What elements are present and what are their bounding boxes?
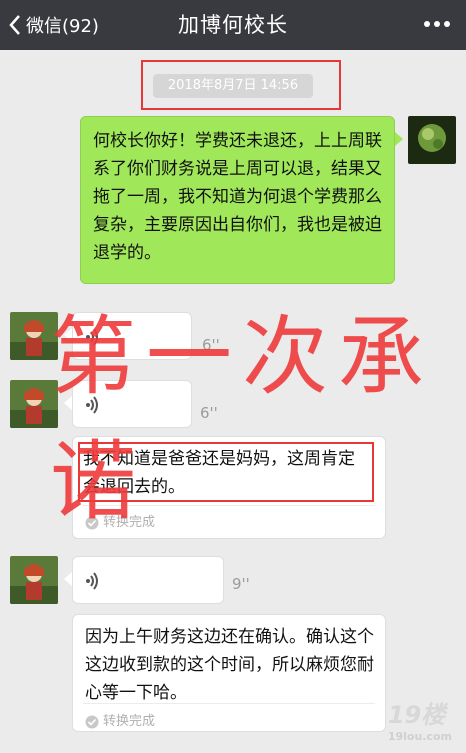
conversion-status: 转换完成 (85, 708, 155, 736)
outgoing-message-text: 何校长你好！学费还未退还，上上周联系了你们财务说是上周可以退，结果又拖了一周，我… (93, 131, 382, 263)
self-avatar[interactable] (408, 116, 456, 164)
transcription-bubble[interactable]: 因为上午财务这边还在确认。确认这个这边收到款的这个时间，所以麻烦您耐心等一下哈。… (72, 614, 386, 732)
check-circle-icon (85, 715, 99, 729)
voice-wave-icon (86, 572, 98, 590)
divider (83, 703, 375, 704)
voice-duration: 9'' (232, 575, 250, 593)
bubble-tail (395, 132, 403, 146)
site-watermark-logo: 19楼 19lou.com (388, 695, 452, 743)
handwritten-annotation: 第一次承诺 (50, 307, 434, 532)
message-timestamp: 2018年8月7日 14:56 (153, 74, 313, 98)
outgoing-message-bubble[interactable]: 何校长你好！学费还未退还，上上周联系了你们财务说是上周可以退，结果又拖了一周，我… (80, 116, 395, 284)
watermark-logo-text: 19楼 (387, 701, 446, 729)
top-bar: 微信(92) 加博何校长 (0, 0, 466, 50)
voice-message-bubble[interactable] (72, 556, 224, 604)
conversion-status-text: 转换完成 (103, 714, 156, 729)
watermark-site-text: 19lou.com (387, 730, 452, 743)
transcription-text: 因为上午财务这边还在确认。确认这个这边收到款的这个时间，所以麻烦您耐心等一下哈。 (85, 627, 374, 703)
chat-title: 加博何校长 (178, 13, 288, 37)
contact-avatar[interactable] (10, 556, 58, 604)
bubble-tail (64, 572, 72, 586)
more-icon[interactable] (424, 21, 450, 27)
